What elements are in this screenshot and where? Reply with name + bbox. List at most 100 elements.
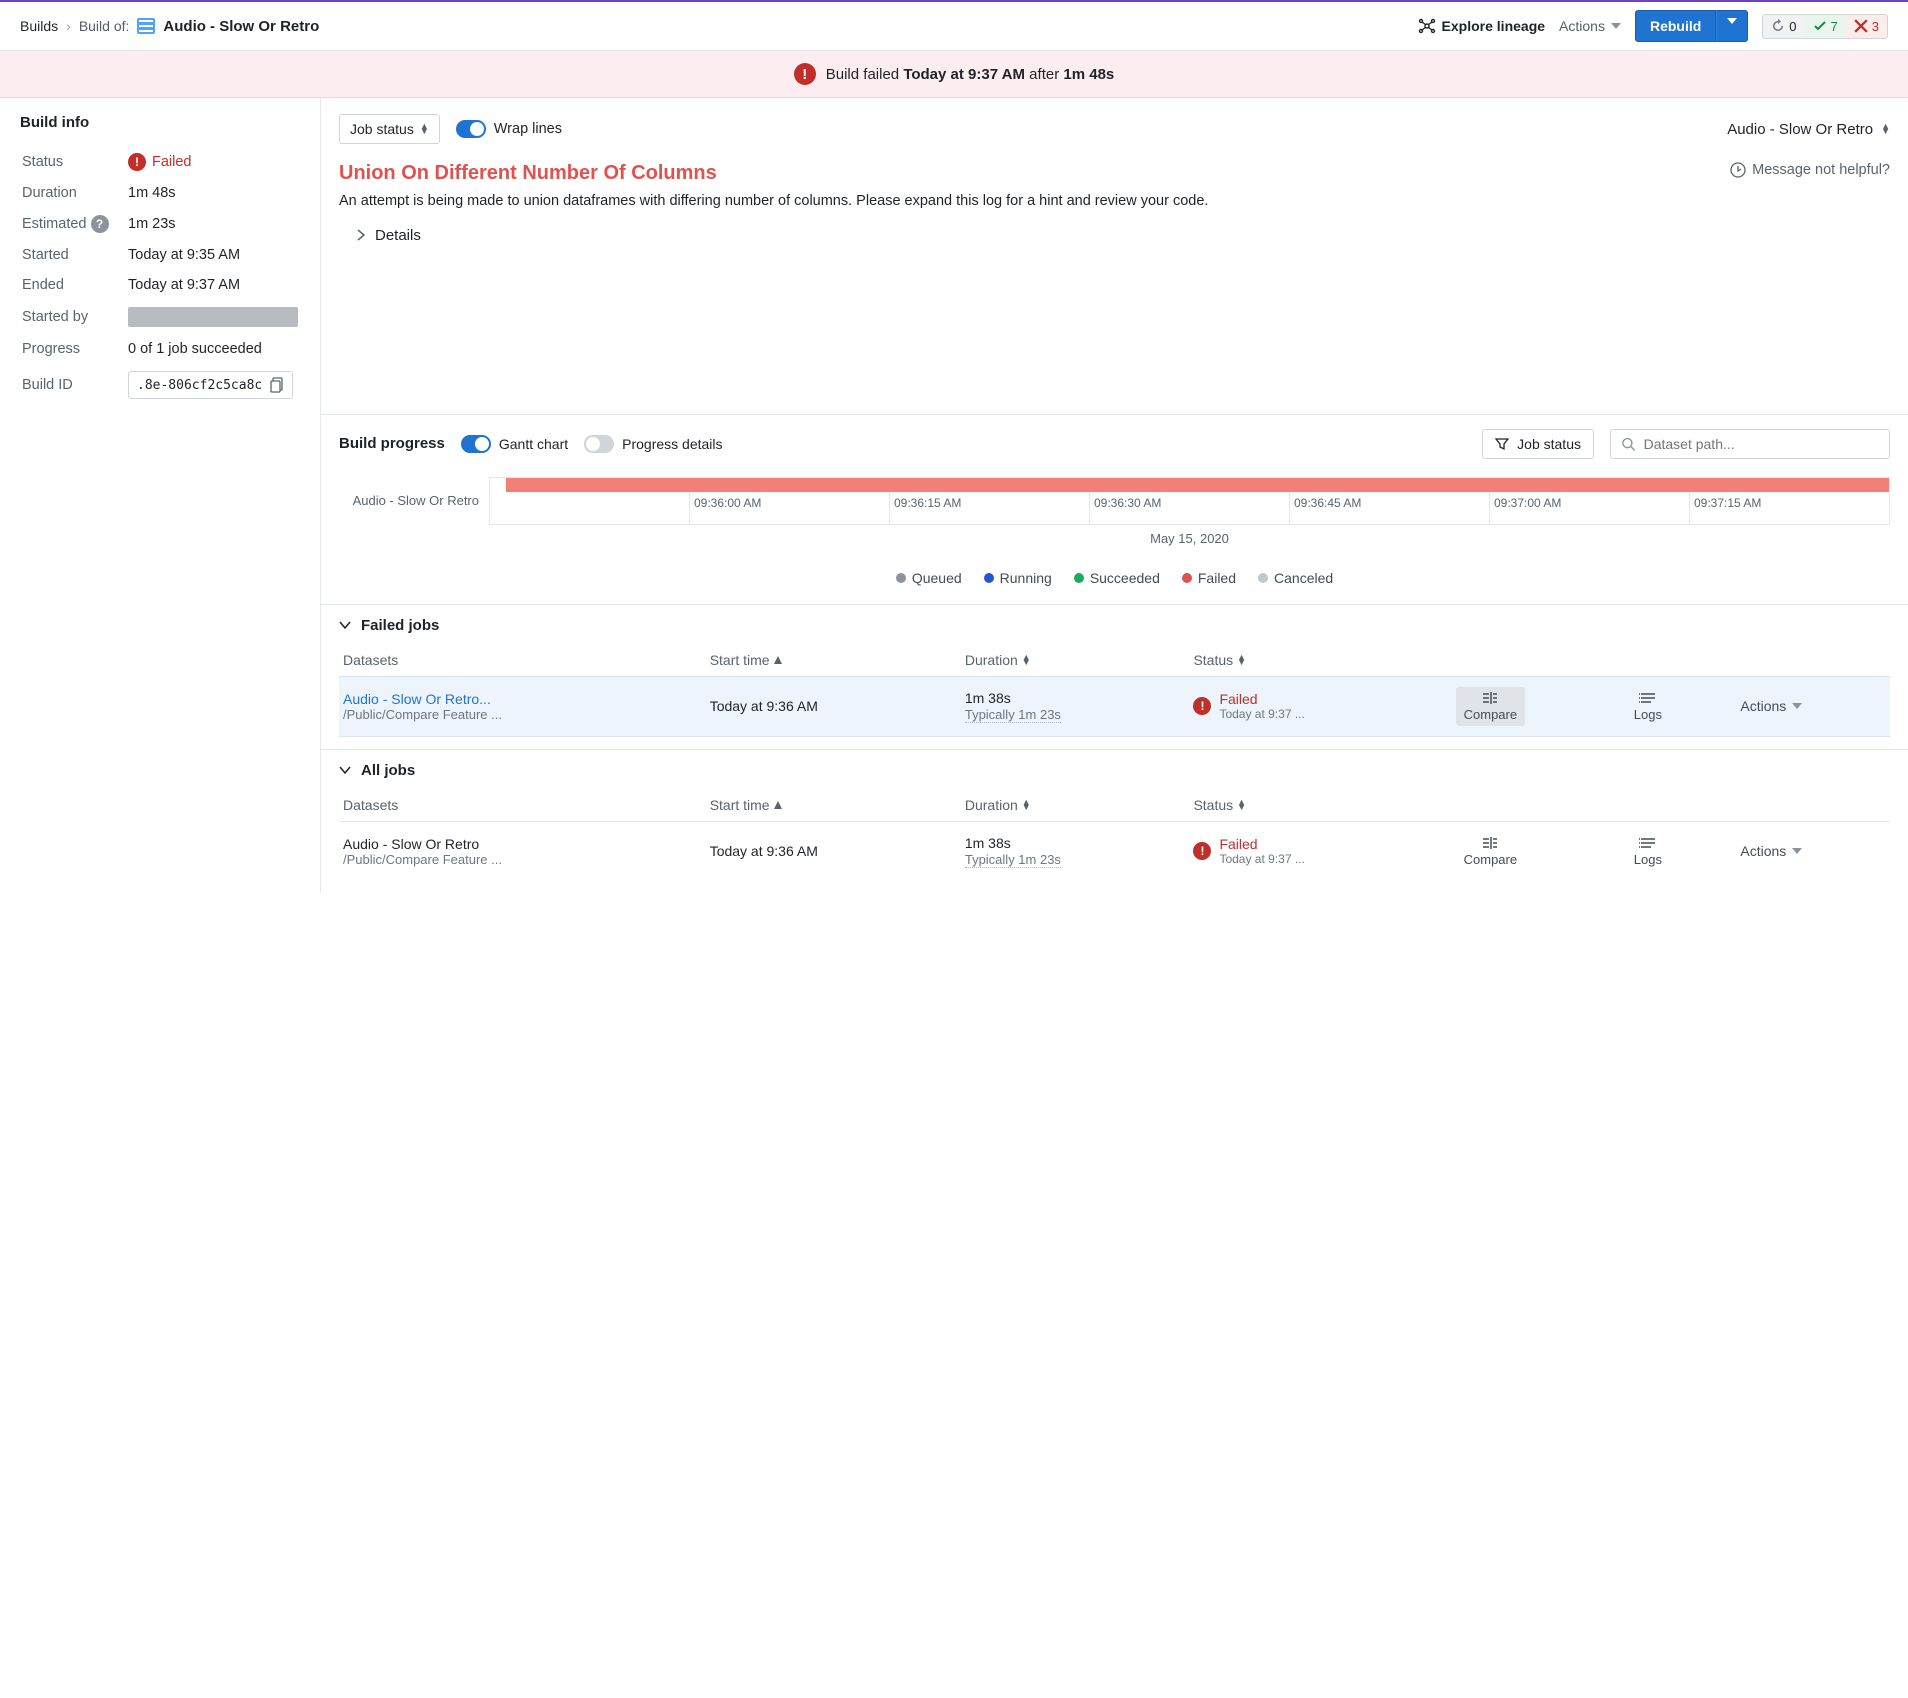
typical-duration: Typically 1m 23s — [965, 852, 1061, 868]
dot-failed — [1182, 573, 1192, 583]
startedby-label: Started by — [22, 301, 126, 333]
dataset-icon — [137, 18, 155, 34]
breadcrumb-label: Build of: — [79, 18, 130, 34]
search-input[interactable] — [1644, 436, 1879, 452]
rebuild-dropdown[interactable] — [1716, 10, 1748, 42]
error-title: Union On Different Number Of Columns — [339, 162, 1710, 185]
compare-icon — [1481, 691, 1499, 705]
check-icon — [1813, 19, 1827, 33]
chip-refresh[interactable]: 0 — [1763, 15, 1804, 38]
wrap-lines-toggle[interactable] — [456, 120, 486, 138]
col-duration[interactable]: Duration ▲▼ — [961, 789, 1190, 822]
col-start[interactable]: Start time — [706, 644, 961, 677]
sort-icon: ▲▼ — [1237, 655, 1246, 665]
sort-icon: ▲▼ — [1022, 800, 1031, 810]
actions-menu[interactable]: Actions — [1559, 18, 1621, 34]
sort-asc-icon — [774, 656, 782, 664]
updown-icon: ▲▼ — [1881, 124, 1890, 134]
sort-icon: ▲▼ — [1022, 655, 1031, 665]
alert-icon: ! — [794, 63, 816, 85]
details-toggle[interactable]: Details — [339, 213, 1890, 248]
status-cell: ! Failed Today at 9:37 ... — [1193, 691, 1447, 721]
search-icon — [1621, 436, 1636, 452]
x-icon — [1854, 19, 1868, 33]
started-value: Today at 9:35 AM — [128, 241, 298, 269]
logs-button[interactable]: Logs — [1626, 687, 1670, 726]
progress-value: 0 of 1 job succeeded — [128, 335, 298, 363]
legend: Queued Running Succeeded Failed Canceled — [321, 560, 1908, 604]
msg-not-helpful[interactable]: Message not helpful? — [1730, 162, 1890, 178]
dataset-path: /Public/Compare Feature ... — [343, 852, 702, 867]
lineage-icon — [1418, 17, 1436, 35]
typical-duration: Typically 1m 23s — [965, 707, 1061, 723]
main: Job status ▲▼ Wrap lines Audio - Slow Or… — [320, 98, 1908, 893]
status-cell: ! Failed Today at 9:37 ... — [1193, 836, 1447, 866]
col-status[interactable]: Status ▲▼ — [1189, 644, 1451, 677]
chevron-down-icon — [339, 766, 351, 774]
chip-success[interactable]: 7 — [1805, 15, 1846, 38]
gantt-toggle[interactable] — [461, 435, 491, 453]
header: Builds › Build of: Audio - Slow Or Retro… — [0, 2, 1908, 51]
duration: 1m 38s — [965, 690, 1186, 706]
chevron-down-icon — [339, 621, 351, 629]
startedby-value — [128, 307, 298, 327]
dataset-switcher[interactable]: Audio - Slow Or Retro ▲▼ — [1727, 121, 1890, 138]
dot-queued — [896, 573, 906, 583]
feedback-icon — [1730, 162, 1746, 178]
col-duration[interactable]: Duration ▲▼ — [961, 644, 1190, 677]
filter-icon — [1495, 437, 1509, 451]
col-status[interactable]: Status ▲▼ — [1189, 789, 1451, 822]
gantt-track: 09:36:00 AM 09:36:15 AM 09:36:30 AM 09:3… — [489, 477, 1890, 525]
ended-label: Ended — [22, 271, 126, 299]
gantt-row-label: Audio - Slow Or Retro — [339, 493, 489, 508]
caret-down-icon — [1792, 848, 1802, 854]
duration: 1m 38s — [965, 835, 1186, 851]
gantt-ticks: 09:36:00 AM 09:36:15 AM 09:36:30 AM 09:3… — [490, 492, 1889, 524]
caret-down-icon — [1727, 18, 1737, 24]
rebuild-button[interactable]: Rebuild — [1635, 10, 1748, 42]
logs-icon — [1639, 836, 1657, 850]
dataset-search[interactable] — [1610, 429, 1890, 459]
failed-jobs-toggle[interactable]: Failed jobs — [339, 617, 1890, 634]
dot-succeeded — [1074, 573, 1084, 583]
job-status-selector[interactable]: Job status ▲▼ — [339, 114, 440, 144]
duration-value: 1m 48s — [128, 179, 298, 207]
start-time: Today at 9:36 AM — [706, 676, 961, 736]
help-icon[interactable]: ? — [91, 215, 109, 233]
chip-fail[interactable]: 3 — [1846, 15, 1887, 38]
row-actions[interactable]: Actions — [1740, 843, 1802, 859]
progress-details-toggle[interactable] — [584, 435, 614, 453]
alert-banner: ! Build failed Today at 9:37 AM after 1m… — [0, 51, 1908, 98]
explore-lineage-button[interactable]: Explore lineage — [1418, 17, 1545, 35]
job-status-filter[interactable]: Job status — [1482, 429, 1594, 459]
logs-icon — [1639, 691, 1657, 705]
dataset-link[interactable]: Audio - Slow Or Retro... — [343, 691, 702, 707]
progress-label: Progress — [22, 335, 126, 363]
ended-value: Today at 9:37 AM — [128, 271, 298, 299]
error-body: An attempt is being made to union datafr… — [339, 191, 1710, 213]
duration-label: Duration — [22, 179, 126, 207]
logs-button[interactable]: Logs — [1626, 832, 1670, 871]
col-datasets: Datasets — [339, 644, 706, 677]
col-start[interactable]: Start time — [706, 789, 961, 822]
build-progress-title: Build progress — [339, 435, 445, 452]
page-title: Audio - Slow Or Retro — [163, 18, 319, 35]
compare-button[interactable]: Compare — [1456, 832, 1525, 871]
gantt-bar-failed — [506, 478, 1889, 492]
started-label: Started — [22, 241, 126, 269]
sort-asc-icon — [774, 801, 782, 809]
compare-button[interactable]: Compare — [1456, 687, 1525, 726]
breadcrumb-root[interactable]: Builds — [20, 18, 58, 34]
sidebar-title: Build info — [20, 114, 300, 131]
chevron-right-icon: › — [66, 18, 71, 34]
sidebar: Build info Status !Failed Duration 1m 48… — [0, 98, 320, 893]
copy-icon[interactable] — [270, 377, 284, 393]
buildid-value: .8e-806cf2c5ca8c — [128, 371, 293, 399]
table-row[interactable]: Audio - Slow Or Retro /Public/Compare Fe… — [339, 821, 1890, 881]
table-row[interactable]: Audio - Slow Or Retro... /Public/Compare… — [339, 676, 1890, 736]
row-actions[interactable]: Actions — [1740, 698, 1802, 714]
dot-canceled — [1258, 573, 1268, 583]
all-jobs-toggle[interactable]: All jobs — [339, 762, 1890, 779]
dataset-name: Audio - Slow Or Retro — [343, 836, 702, 852]
refresh-icon — [1771, 19, 1785, 33]
